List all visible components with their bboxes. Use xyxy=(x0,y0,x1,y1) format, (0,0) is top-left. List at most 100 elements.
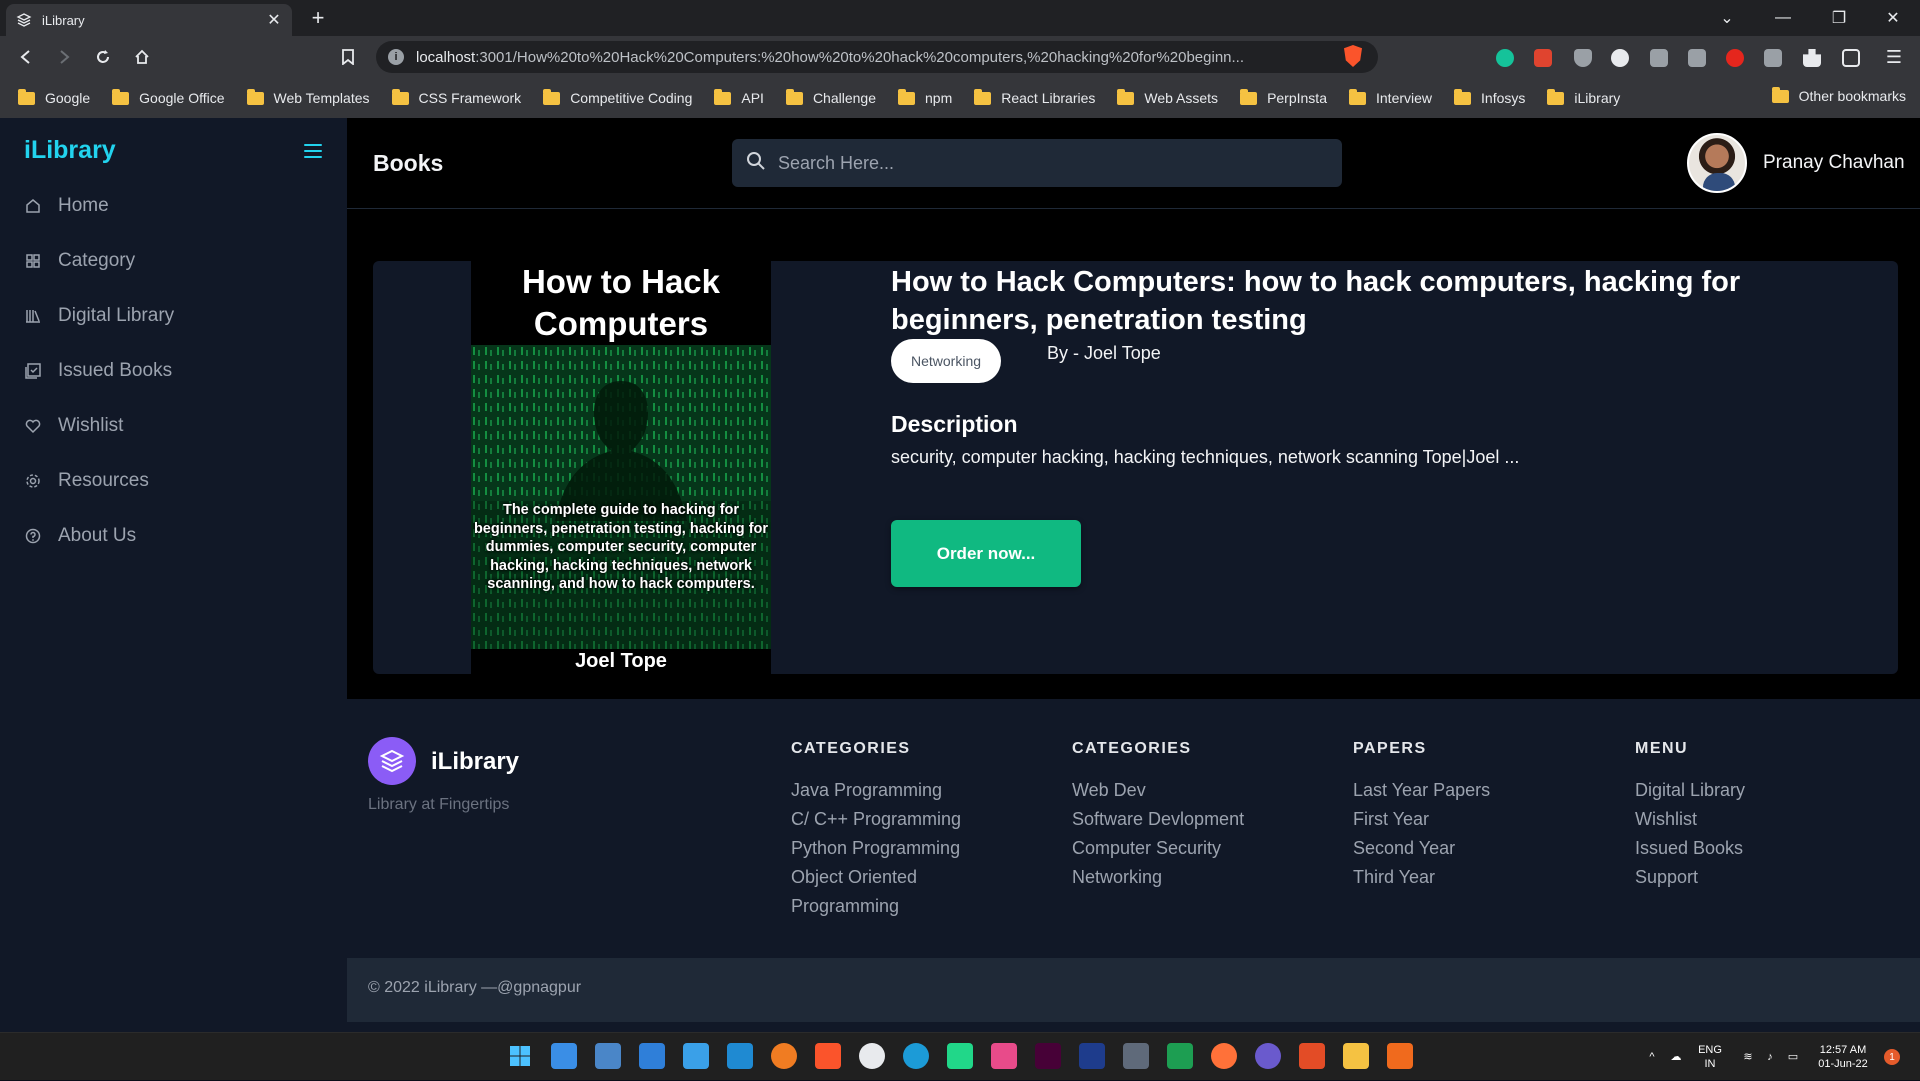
footer-link[interactable]: Computer Security xyxy=(1072,834,1244,863)
other-bookmarks[interactable]: Other bookmarks xyxy=(1771,86,1906,104)
tab-search-icon[interactable]: ⌄ xyxy=(1704,0,1750,36)
footer-link[interactable]: Java Programming xyxy=(791,776,961,805)
footer-link[interactable]: Networking xyxy=(1072,863,1244,892)
extension-icon[interactable] xyxy=(1534,49,1552,67)
minimize-button[interactable]: — xyxy=(1760,0,1806,36)
mail-icon[interactable] xyxy=(639,1043,665,1069)
app-icon[interactable] xyxy=(859,1043,885,1069)
extension-icon[interactable] xyxy=(1726,49,1744,67)
order-now-button[interactable]: Order now... xyxy=(891,520,1081,587)
pycharm-icon[interactable] xyxy=(947,1043,973,1069)
sidebar-item-digital-library[interactable]: Digital Library xyxy=(24,301,174,331)
user-name[interactable]: Pranay Chavhan xyxy=(1763,152,1905,174)
bookmark-google-office[interactable]: Google Office xyxy=(112,88,225,106)
onedrive-icon[interactable]: ☁ xyxy=(1666,1033,1686,1081)
sidebar-item-home[interactable]: Home xyxy=(24,191,109,221)
xampp-icon[interactable] xyxy=(1387,1043,1413,1069)
bookmark-challenge[interactable]: Challenge xyxy=(785,88,876,106)
footer-link[interactable]: Digital Library xyxy=(1635,776,1745,805)
sidebar-item-wishlist[interactable]: Wishlist xyxy=(24,411,123,441)
footer-link[interactable]: Issued Books xyxy=(1635,834,1745,863)
battery-icon[interactable]: ▭ xyxy=(1782,1033,1804,1081)
codeblocks-icon[interactable] xyxy=(1079,1043,1105,1069)
bookmark-competitive-coding[interactable]: Competitive Coding xyxy=(543,88,692,106)
search-input[interactable] xyxy=(778,152,1318,174)
brave-icon[interactable] xyxy=(815,1043,841,1069)
virtualbox-icon[interactable] xyxy=(1123,1043,1149,1069)
extension-icon[interactable] xyxy=(1764,49,1782,67)
bookmark-react-libraries[interactable]: React Libraries xyxy=(974,88,1095,106)
sidebar-logo[interactable]: iLibrary xyxy=(24,136,116,165)
bookmark-web-templates[interactable]: Web Templates xyxy=(246,88,370,106)
footer-link[interactable]: Support xyxy=(1635,863,1745,892)
postman-icon[interactable] xyxy=(771,1043,797,1069)
remote-desktop-icon[interactable] xyxy=(683,1043,709,1069)
sidebar-item-resources[interactable]: Resources xyxy=(24,466,149,496)
avatar[interactable] xyxy=(1687,133,1747,193)
back-icon[interactable] xyxy=(12,43,40,71)
wifi-icon[interactable]: ≋ xyxy=(1738,1033,1758,1081)
bookmark-perpinsta[interactable]: PerpInsta xyxy=(1240,88,1327,106)
wallet-icon[interactable] xyxy=(1842,49,1860,67)
bookmark-css-framework[interactable]: CSS Framework xyxy=(391,88,521,106)
bookmark-infosys[interactable]: Infosys xyxy=(1454,88,1525,106)
intellij-icon[interactable] xyxy=(991,1043,1017,1069)
sheets-icon[interactable] xyxy=(1167,1043,1193,1069)
extension-icon[interactable] xyxy=(1611,49,1629,67)
skype-icon[interactable] xyxy=(903,1043,929,1069)
close-window-button[interactable]: ✕ xyxy=(1870,0,1916,36)
bookmark-google[interactable]: Google xyxy=(18,88,90,106)
bookmark-npm[interactable]: npm xyxy=(898,88,952,106)
footer-link[interactable]: C/ C++ Programming xyxy=(791,805,961,834)
sidebar-item-about-us[interactable]: About Us xyxy=(24,521,136,551)
firefox-icon[interactable] xyxy=(1211,1043,1237,1069)
sidebar-item-issued-books[interactable]: Issued Books xyxy=(24,356,172,386)
bookmark-interview[interactable]: Interview xyxy=(1349,88,1432,106)
clock[interactable]: 12:57 AM 01-Jun-22 xyxy=(1808,1033,1878,1081)
search-bar[interactable] xyxy=(732,139,1342,187)
font-extension-icon[interactable] xyxy=(1650,49,1668,67)
footer-link[interactable]: Web Dev xyxy=(1072,776,1244,805)
footer-link[interactable]: Wishlist xyxy=(1635,805,1745,834)
footer-link[interactable]: Object Oriented xyxy=(791,863,961,892)
store-icon[interactable] xyxy=(595,1043,621,1069)
reload-icon[interactable] xyxy=(89,43,117,71)
menu-icon[interactable]: ☰ xyxy=(1880,43,1908,71)
eclipse-icon[interactable] xyxy=(1255,1043,1281,1069)
bookmark-icon[interactable] xyxy=(334,43,362,71)
vscode-icon[interactable] xyxy=(727,1043,753,1069)
footer-link[interactable]: Programming xyxy=(791,892,961,921)
file-explorer-icon[interactable] xyxy=(1343,1043,1369,1069)
forward-icon[interactable] xyxy=(50,43,78,71)
camera-extension-icon[interactable] xyxy=(1688,49,1706,67)
footer-link[interactable]: Third Year xyxy=(1353,863,1490,892)
language-indicator[interactable]: ENG IN xyxy=(1692,1033,1728,1081)
footer-link[interactable]: Second Year xyxy=(1353,834,1490,863)
notification-badge[interactable]: 1 xyxy=(1884,1049,1900,1065)
footer-link[interactable]: First Year xyxy=(1353,805,1490,834)
footer-link[interactable]: Python Programming xyxy=(791,834,961,863)
wps-office-icon[interactable] xyxy=(1299,1043,1325,1069)
category-badge[interactable]: Networking xyxy=(891,339,1001,383)
chevron-up-icon[interactable]: ^ xyxy=(1642,1033,1662,1081)
footer-link[interactable]: Last Year Papers xyxy=(1353,776,1490,805)
new-tab-button[interactable]: + xyxy=(304,4,332,32)
bookmark-api[interactable]: API xyxy=(714,88,764,106)
widgets-icon[interactable] xyxy=(551,1043,577,1069)
address-bar[interactable]: i localhost:3001/How%20to%20Hack%20Compu… xyxy=(376,41,1378,73)
adobe-xd-icon[interactable] xyxy=(1035,1043,1061,1069)
close-tab-icon[interactable]: ✕ xyxy=(266,10,282,30)
site-info-icon[interactable]: i xyxy=(388,49,404,65)
bookmark-ilibrary[interactable]: iLibrary xyxy=(1547,88,1620,106)
home-browser-icon[interactable] xyxy=(128,43,156,71)
hamburger-menu-icon[interactable] xyxy=(304,144,322,158)
shield-extension-icon[interactable] xyxy=(1574,49,1592,67)
windows-start-icon[interactable] xyxy=(507,1043,533,1069)
restore-button[interactable]: ❐ xyxy=(1816,0,1862,36)
volume-icon[interactable]: ♪ xyxy=(1760,1033,1780,1081)
browser-tab[interactable]: iLibrary ✕ xyxy=(6,4,292,36)
bookmark-web-assets[interactable]: Web Assets xyxy=(1117,88,1218,106)
puzzle-icon[interactable] xyxy=(1803,49,1821,67)
grammarly-extension-icon[interactable] xyxy=(1496,49,1514,67)
footer-link[interactable]: Software Devlopment xyxy=(1072,805,1244,834)
